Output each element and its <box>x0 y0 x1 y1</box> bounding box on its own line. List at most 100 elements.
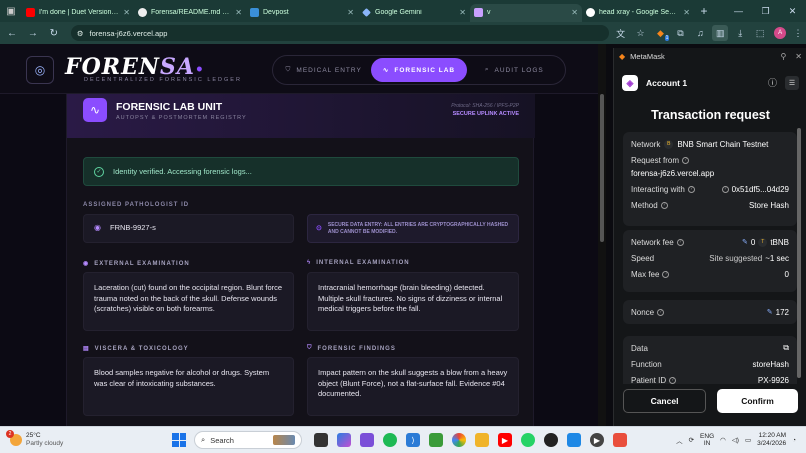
store-icon[interactable] <box>567 433 581 447</box>
close-icon[interactable]: ✕ <box>347 8 354 17</box>
pin-icon[interactable]: ⚲ <box>780 52 786 61</box>
back-icon[interactable]: ← <box>3 24 21 42</box>
file-explorer-icon[interactable] <box>475 433 489 447</box>
findings-field[interactable]: Impact pattern on the skull suggests a b… <box>307 357 519 416</box>
chrome-icon[interactable] <box>452 433 466 447</box>
edit-icon[interactable]: ✎ <box>767 308 773 316</box>
close-window-icon[interactable]: ✕ <box>779 0 806 22</box>
contract-address[interactable]: 0x51df5...04d29 <box>732 185 789 194</box>
toxicology-field[interactable]: Blood samples negative for alcohol or dr… <box>83 357 294 416</box>
spotify-icon[interactable] <box>383 433 397 447</box>
media-icon[interactable]: ♫ <box>692 25 708 41</box>
copy-icon[interactable]: ⧉ <box>783 343 789 353</box>
task-view-icon[interactable] <box>314 433 328 447</box>
close-icon[interactable]: ✕ <box>235 8 242 17</box>
new-tab-button[interactable]: + <box>696 3 712 19</box>
tab-title: Devpost <box>263 9 289 16</box>
nav-medical-entry[interactable]: ⛉ MEDICAL ENTRY <box>276 58 371 82</box>
close-icon[interactable]: ✕ <box>795 52 802 61</box>
help-icon[interactable]: ? <box>657 308 665 316</box>
tab-actions-icon[interactable]: ▣ <box>0 0 22 22</box>
browser-tab-forensa[interactable]: v ✕ <box>470 3 582 22</box>
app-icon-2[interactable] <box>613 433 627 447</box>
sync-icon[interactable]: ⟳ <box>689 436 694 444</box>
address-bar[interactable]: ⚙ forensa-j6z6.vercel.app <box>70 25 609 41</box>
cancel-button[interactable]: Cancel <box>623 389 706 413</box>
request-from-value-row: forensa-j6z6.vercel.app <box>631 165 789 181</box>
browser-tab-gemini[interactable]: Google Gemini ✕ <box>358 4 470 22</box>
copilot-icon[interactable] <box>337 433 351 447</box>
settings-sliders-icon[interactable]: ☰ <box>785 76 799 90</box>
profile-avatar[interactable]: A <box>774 27 787 39</box>
help-icon[interactable]: ? <box>669 376 677 384</box>
clock[interactable]: 12:20 AM 3/24/2026 <box>757 432 786 448</box>
external-exam-field[interactable]: Laceration (cut) found on the occipital … <box>83 272 294 331</box>
internal-exam-label: ϟ INTERNAL EXAMINATION <box>307 260 410 266</box>
page-scrollbar-thumb[interactable] <box>600 94 604 242</box>
forward-icon[interactable]: → <box>24 24 42 42</box>
vscode-icon[interactable]: ⟩ <box>406 433 420 447</box>
extensions-icon[interactable]: ⧉ <box>672 25 688 41</box>
browser-tab-github[interactable]: Forensa/README.md at m ✕ <box>134 4 246 22</box>
weather-widget[interactable]: 2 25°C Partly cloudy <box>0 430 150 448</box>
info-icon[interactable]: ⓘ <box>768 76 777 90</box>
excel-icon[interactable] <box>429 433 443 447</box>
browser-tab-google[interactable]: head xray - Google Search ✕ <box>582 4 694 22</box>
metamask-extension-icon[interactable]: ◆ 1 <box>653 25 670 41</box>
media-player-icon[interactable]: ▶ <box>590 433 604 447</box>
help-icon[interactable]: ? <box>721 185 729 193</box>
chatgpt-icon[interactable] <box>544 433 558 447</box>
nonce-label: Nonce <box>631 307 655 317</box>
check-circle-icon: ✓ <box>94 166 104 177</box>
bookmark-star-icon[interactable]: ☆ <box>633 25 649 41</box>
reload-icon[interactable]: ↻ <box>45 24 63 42</box>
fee-label: Network fee <box>631 237 674 247</box>
youtube-icon <box>26 8 35 17</box>
maximize-icon[interactable]: ❐ <box>752 0 779 22</box>
pathologist-id-field[interactable]: ◉ FRNB-9927-s <box>83 214 294 243</box>
edit-icon[interactable]: ✎ <box>742 238 748 246</box>
close-icon[interactable]: ✕ <box>459 8 466 17</box>
chevron-up-icon[interactable]: ︿ <box>676 435 683 445</box>
help-icon[interactable]: ? <box>687 185 695 193</box>
browser-tab-youtube[interactable]: I'm done | Duet Version | R ✕ <box>22 4 134 22</box>
youtube-icon[interactable]: ▶ <box>498 433 512 447</box>
forensic-lab-panel: ∿ FORENSIC LAB UNIT AUTOPSY & POSTMORTEM… <box>66 94 535 426</box>
app-header: ◎ FORENSA• DECENTRALIZED FORENSIC LEDGER… <box>0 44 606 94</box>
confirm-button[interactable]: Confirm <box>717 389 798 413</box>
minimize-icon[interactable]: — <box>725 0 752 22</box>
close-icon[interactable]: ✕ <box>123 8 130 17</box>
windows-start-icon[interactable] <box>172 433 186 447</box>
wifi-icon[interactable]: ◠ <box>720 436 726 444</box>
fee-row: Network fee? ✎ 0 TtBNB <box>631 234 789 250</box>
help-icon[interactable]: ? <box>676 238 684 246</box>
taskbar-search[interactable]: ⌕ Search <box>194 431 302 449</box>
close-icon[interactable]: ✕ <box>683 8 690 17</box>
internal-exam-field[interactable]: Intracranial hemorrhage (brain bleeding)… <box>307 272 519 331</box>
menu-icon[interactable]: ⋮ <box>790 25 806 41</box>
help-icon[interactable]: ? <box>682 156 690 164</box>
metamask-title: MetaMask <box>630 52 665 61</box>
help-icon[interactable]: ? <box>660 201 668 209</box>
time: 12:20 AM <box>758 432 787 439</box>
whatsapp-icon[interactable] <box>521 433 535 447</box>
translate-icon[interactable]: 文 <box>613 25 629 41</box>
language-indicator[interactable]: ENG IN <box>700 433 714 447</box>
metamask-scrollbar[interactable] <box>797 128 801 378</box>
app-icon[interactable] <box>360 433 374 447</box>
nav-audit-logs[interactable]: ⌕ AUDIT LOGS <box>467 58 562 82</box>
close-icon[interactable]: ✕ <box>571 8 578 17</box>
battery-icon[interactable]: ▭ <box>745 436 751 444</box>
weather-badge: 2 <box>6 430 14 438</box>
nav-forensic-lab[interactable]: ∿ FORENSIC LAB <box>371 58 467 82</box>
search-icon: ⌕ <box>484 66 490 73</box>
side-panel-icon[interactable]: ▥ <box>712 25 729 41</box>
volume-icon[interactable]: ◁) <box>732 436 739 444</box>
site-info-icon[interactable]: ⚙ <box>77 29 84 38</box>
network-value: BNB Smart Chain Testnet <box>677 139 769 149</box>
download-icon[interactable]: ⤓ <box>732 25 748 41</box>
help-icon[interactable]: ? <box>662 270 670 278</box>
notifications-icon[interactable]: ◔ <box>792 437 796 444</box>
cast-icon[interactable]: ⬚ <box>752 25 768 41</box>
browser-tab-devpost[interactable]: Devpost ✕ <box>246 4 358 22</box>
